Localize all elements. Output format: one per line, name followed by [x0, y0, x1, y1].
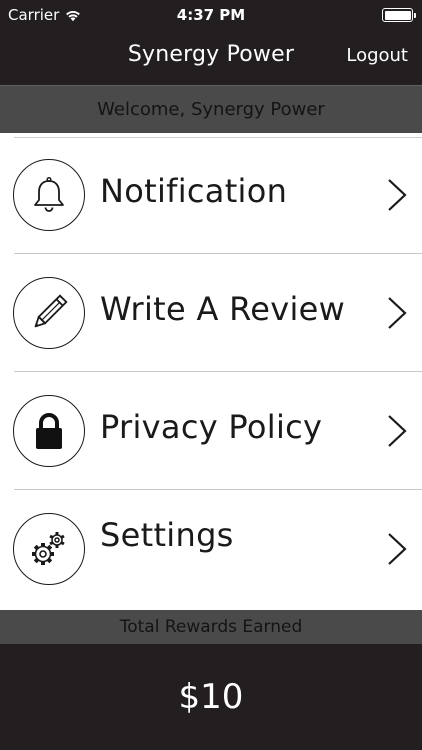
- menu-item-label: Privacy Policy: [100, 408, 323, 446]
- app-screen: Carrier 4:37 PM Synergy Power Logout Wel…: [0, 0, 422, 750]
- gears-icon: [13, 513, 85, 585]
- rewards-panel: $10: [0, 644, 422, 750]
- menu-item-privacy-policy[interactable]: Privacy Policy: [0, 372, 422, 490]
- menu-item-label: Notification: [100, 172, 288, 210]
- menu-item-label: Write A Review: [100, 290, 346, 328]
- lock-icon: [13, 395, 85, 467]
- menu-item-write-review[interactable]: Write A Review: [0, 254, 422, 372]
- welcome-text: Welcome, Synergy Power: [97, 99, 325, 120]
- chevron-right-icon: [388, 415, 407, 447]
- chevron-right-icon: [388, 297, 407, 329]
- pencil-icon: [13, 277, 85, 349]
- bell-icon: [13, 159, 85, 231]
- nav-bar: Synergy Power Logout: [0, 30, 422, 85]
- rewards-amount: $10: [178, 677, 244, 717]
- battery-fill: [384, 10, 411, 20]
- chevron-right-icon: [388, 179, 407, 211]
- menu-list: Notification Write A Review Privacy Poli…: [0, 133, 422, 610]
- status-time: 4:37 PM: [176, 6, 246, 24]
- rewards-header: Total Rewards Earned: [0, 610, 422, 644]
- battery-icon: [382, 8, 416, 22]
- menu-item-settings[interactable]: Settings: [0, 490, 422, 608]
- chevron-right-icon: [388, 533, 407, 565]
- menu-item-label: Settings: [100, 516, 234, 554]
- rewards-label: Total Rewards Earned: [119, 617, 303, 637]
- status-bar: Carrier 4:37 PM: [0, 0, 422, 30]
- logout-button[interactable]: Logout: [346, 45, 408, 66]
- welcome-banner: Welcome, Synergy Power: [0, 85, 422, 133]
- menu-item-notification[interactable]: Notification: [0, 136, 422, 254]
